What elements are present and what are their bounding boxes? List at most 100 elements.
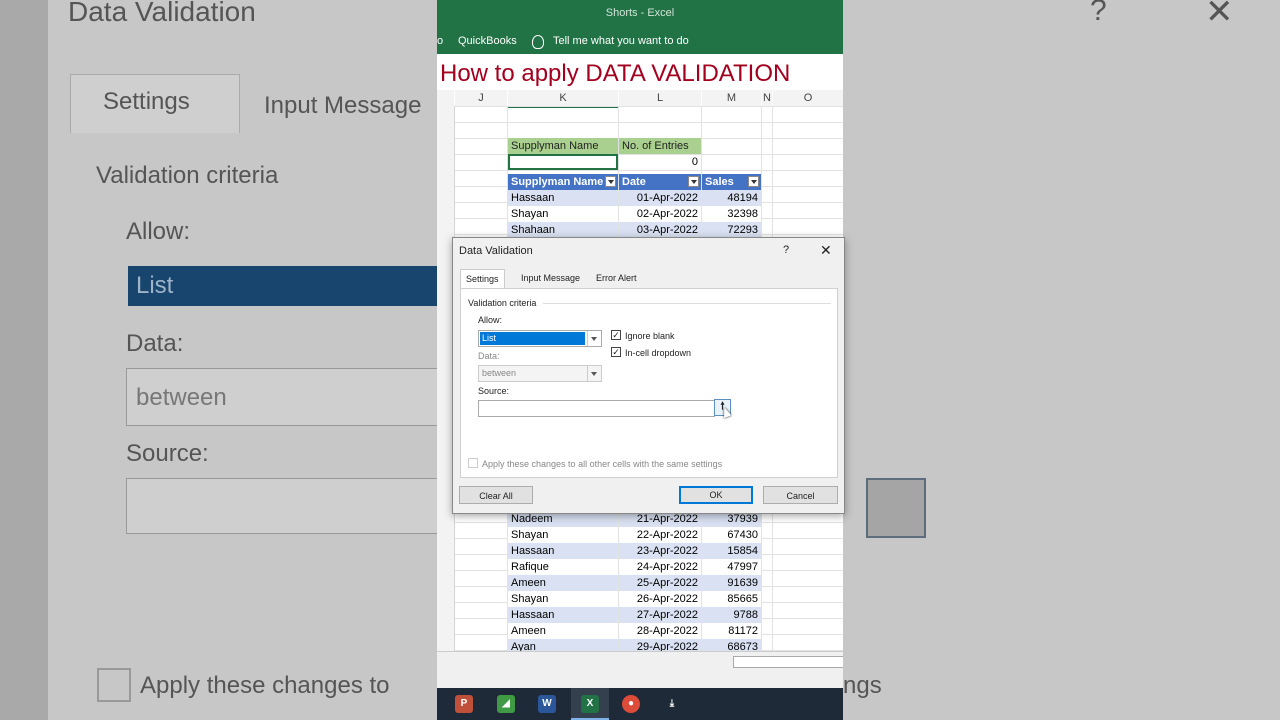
summary-name-cell[interactable] <box>508 154 618 170</box>
tab-error-alert[interactable]: Error Alert <box>591 269 642 287</box>
summary-entries-cell[interactable]: 0 <box>619 154 701 170</box>
background-apply-checkbox <box>97 668 131 702</box>
allow-select[interactable]: List <box>478 330 602 347</box>
summary-header-entries[interactable]: No. of Entries <box>619 138 701 154</box>
horizontal-scrollbar[interactable] <box>733 656 843 668</box>
ignore-blank-checkbox[interactable]: ✓ <box>611 330 621 340</box>
quickbooks-tab[interactable]: QuickBooks <box>458 35 517 47</box>
allow-label: Allow: <box>478 315 503 325</box>
help-icon[interactable]: ? <box>783 244 789 256</box>
column-header-l[interactable]: L <box>619 90 701 107</box>
tab-settings[interactable]: Settings <box>460 269 505 289</box>
table-cell[interactable]: Shahaan <box>508 222 618 238</box>
table-cell[interactable]: 27-Apr-2022 <box>619 607 701 623</box>
column-header-m[interactable]: M <box>702 90 761 107</box>
apply-all-checkbox[interactable] <box>468 458 478 468</box>
table-cell[interactable]: 91639 <box>702 575 761 591</box>
column-header-o[interactable]: O <box>773 90 843 107</box>
chevron-down-icon <box>587 366 601 381</box>
background-tab-settings: Settings <box>103 88 190 115</box>
table-cell[interactable]: Ameen <box>508 575 618 591</box>
table-cell[interactable]: Ameen <box>508 623 618 639</box>
status-bar <box>437 651 843 689</box>
table-cell[interactable]: 25-Apr-2022 <box>619 575 701 591</box>
table-cell[interactable]: 72293 <box>702 222 761 238</box>
criteria-label: Validation criteria <box>468 298 537 308</box>
ok-button[interactable]: OK <box>679 486 753 504</box>
filter-dropdown-icon[interactable] <box>605 176 616 187</box>
table-cell[interactable]: 22-Apr-2022 <box>619 527 701 543</box>
excel-icon[interactable]: X <box>581 695 599 713</box>
table-cell[interactable]: 23-Apr-2022 <box>619 543 701 559</box>
word-icon[interactable]: W <box>538 695 556 713</box>
background-help-icon: ? <box>1090 0 1107 27</box>
table-cell[interactable]: 01-Apr-2022 <box>619 190 701 206</box>
video-heading: How to apply DATA VALIDATION <box>437 56 843 90</box>
column-header-n[interactable]: N <box>762 90 772 107</box>
background-data: Data: <box>126 330 184 357</box>
in-cell-dropdown-checkbox[interactable]: ✓ <box>611 347 621 357</box>
table-header-date[interactable]: Date <box>619 174 701 190</box>
source-label: Source: <box>478 386 510 396</box>
column-header-j[interactable]: J <box>455 90 507 107</box>
table-cell[interactable]: 67430 <box>702 527 761 543</box>
summary-header-name[interactable]: Supplyman Name <box>508 138 618 154</box>
table-cell[interactable]: 28-Apr-2022 <box>619 623 701 639</box>
background-left-strip <box>0 0 48 720</box>
table-cell[interactable]: 02-Apr-2022 <box>619 206 701 222</box>
table-cell[interactable]: Shayan <box>508 527 618 543</box>
select-all-corner[interactable] <box>437 90 454 107</box>
taskbar: P ◢ W X ● ⤓ <box>437 688 843 720</box>
background-list: List <box>136 272 174 299</box>
table-cell[interactable]: 47997 <box>702 559 761 575</box>
table-cell[interactable]: Shayan <box>508 206 618 222</box>
ribbon: o QuickBooks Tell me what you want to do <box>437 28 843 54</box>
table-cell[interactable]: 32398 <box>702 206 761 222</box>
background-allow: Allow: <box>126 218 191 245</box>
table-cell[interactable]: Rafique <box>508 559 618 575</box>
table-cell[interactable]: 26-Apr-2022 <box>619 591 701 607</box>
table-cell[interactable]: 03-Apr-2022 <box>619 222 701 238</box>
table-cell[interactable]: 9788 <box>702 607 761 623</box>
window-title: Shorts - Excel <box>437 0 843 28</box>
source-input[interactable] <box>478 400 715 417</box>
table-cell[interactable]: 24-Apr-2022 <box>619 559 701 575</box>
in-cell-dropdown-label: In-cell dropdown <box>625 348 692 358</box>
table-cell[interactable]: 85665 <box>702 591 761 607</box>
gimp-icon[interactable]: ◢ <box>497 695 515 713</box>
background-close-icon: ✕ <box>1205 0 1234 31</box>
chevron-down-icon <box>587 331 601 346</box>
table-cell[interactable]: 48194 <box>702 190 761 206</box>
close-icon[interactable]: ✕ <box>820 242 832 259</box>
table-cell[interactable]: Hassaan <box>508 190 618 206</box>
background-apply: Apply these changes to <box>140 672 390 699</box>
pixpi-icon[interactable]: P <box>455 695 473 713</box>
data-select[interactable]: between <box>478 365 602 382</box>
download-icon[interactable]: ⤓ <box>663 695 681 713</box>
ribbon-partial-tab[interactable]: o <box>437 35 443 47</box>
background-title: Data Validation <box>68 0 256 27</box>
table-cell[interactable]: Shayan <box>508 591 618 607</box>
table-header-name[interactable]: Supplyman Name <box>508 174 618 190</box>
table-header-sales[interactable]: Sales <box>702 174 761 190</box>
background-tab-input: Input Message <box>264 92 422 119</box>
data-validation-dialog: Data Validation ? ✕ Settings Input Messa… <box>452 237 845 514</box>
tab-input-message[interactable]: Input Message <box>516 269 585 287</box>
table-cell[interactable]: Hassaan <box>508 607 618 623</box>
filter-dropdown-icon[interactable] <box>688 176 699 187</box>
background-collapse-button <box>866 478 926 538</box>
chrome-icon[interactable]: ● <box>622 695 640 713</box>
table-cell[interactable]: Hassaan <box>508 543 618 559</box>
allow-value: List <box>480 332 585 345</box>
lightbulb-icon <box>532 35 544 49</box>
data-value: between <box>482 368 517 378</box>
tell-me-search[interactable]: Tell me what you want to do <box>553 35 689 47</box>
table-cell[interactable]: 15854 <box>702 543 761 559</box>
clear-all-button[interactable]: Clear All <box>459 486 533 504</box>
dialog-title: Data Validation <box>459 245 533 257</box>
ignore-blank-label: Ignore blank <box>625 331 675 341</box>
settings-panel: Validation criteria Allow: List ✓ Ignore… <box>460 288 838 478</box>
table-cell[interactable]: 81172 <box>702 623 761 639</box>
cancel-button[interactable]: Cancel <box>763 486 838 504</box>
filter-dropdown-icon[interactable] <box>748 176 759 187</box>
